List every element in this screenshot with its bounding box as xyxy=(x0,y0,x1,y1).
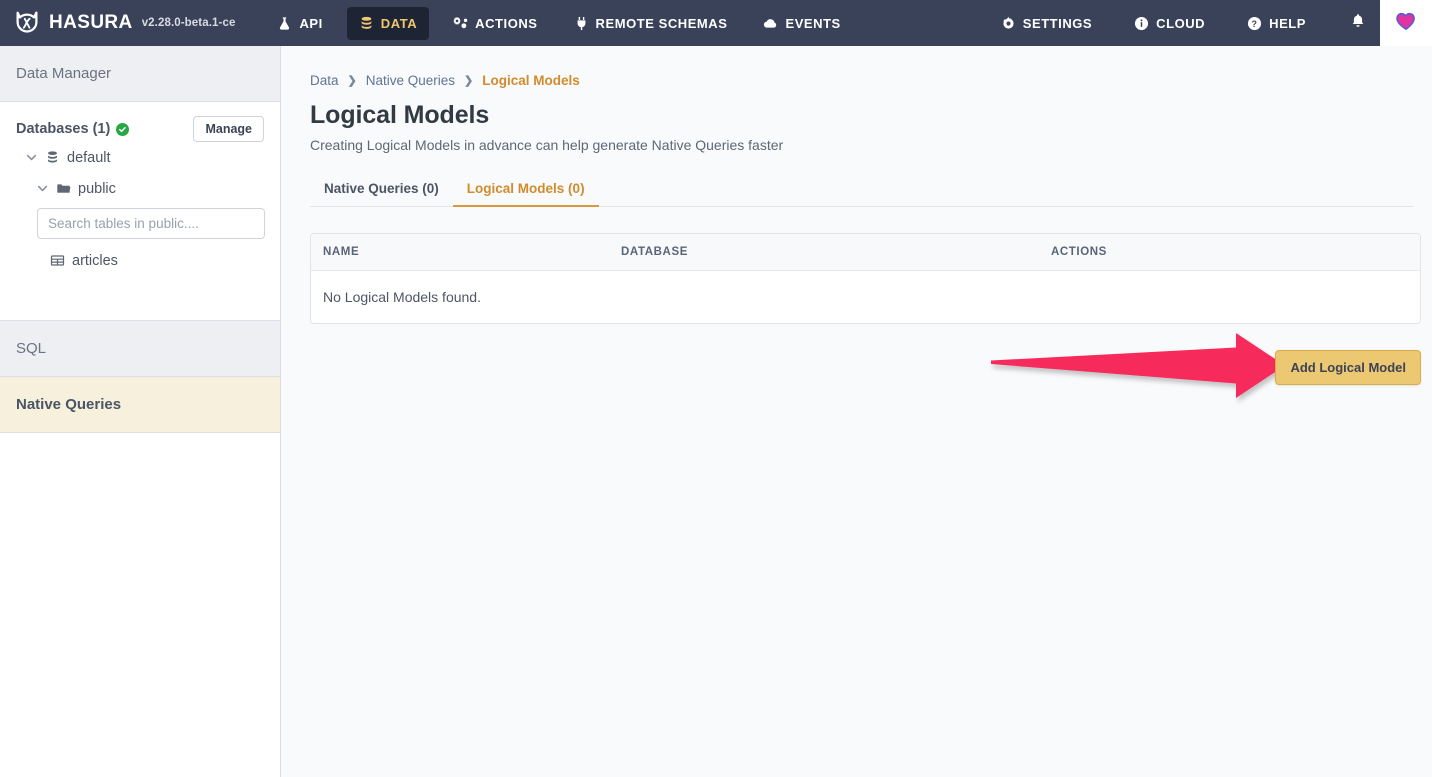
brand-name: HASURA xyxy=(49,12,133,34)
page-subtitle: Creating Logical Models in advance can h… xyxy=(310,137,1413,153)
logical-models-table: NAME DATABASE ACTIONS No Logical Models … xyxy=(311,234,1420,323)
database-icon xyxy=(359,16,374,31)
nav-item-settings-label: SETTINGS xyxy=(1023,16,1092,31)
connection-ok-icon xyxy=(116,123,129,136)
sidebar: Data Manager Databases (1) Manage xyxy=(0,46,281,777)
plug-icon xyxy=(574,16,589,31)
add-logical-model-button[interactable]: Add Logical Model xyxy=(1275,350,1421,385)
svg-text:?: ? xyxy=(1252,18,1258,28)
nav-item-remote-schemas-label: REMOTE SCHEMAS xyxy=(596,16,728,31)
breadcrumb-separator-icon: ❯ xyxy=(348,74,357,87)
search-tables-input[interactable] xyxy=(37,208,265,239)
search-tables-wrapper xyxy=(16,204,264,245)
primary-nav: API DATA ACTIONS xyxy=(265,0,864,46)
question-icon: ? xyxy=(1247,16,1262,31)
sidebar-item-sql-label: SQL xyxy=(16,340,46,357)
nav-item-remote-schemas[interactable]: REMOTE SCHEMAS xyxy=(562,7,740,40)
chevron-down-icon[interactable] xyxy=(25,151,38,164)
nav-item-actions[interactable]: ACTIONS xyxy=(441,7,549,40)
column-header-name: NAME xyxy=(311,234,609,271)
sidebar-body: Databases (1) Manage default xyxy=(0,102,280,276)
heart-button[interactable] xyxy=(1380,0,1432,46)
folder-icon xyxy=(56,181,71,196)
table-header: NAME DATABASE ACTIONS xyxy=(311,234,1420,271)
sidebar-tree-item-public[interactable]: public xyxy=(16,173,264,204)
column-header-actions: ACTIONS xyxy=(1039,234,1420,271)
tab-bar: Native Queries (0) Logical Models (0) xyxy=(310,175,1413,207)
nav-item-data-label: DATA xyxy=(381,16,417,31)
table-icon xyxy=(50,253,65,268)
breadcrumb-item-native-queries[interactable]: Native Queries xyxy=(366,73,455,88)
nav-item-cloud-label: CLOUD xyxy=(1156,16,1205,31)
nav-item-actions-label: ACTIONS xyxy=(475,16,537,31)
breadcrumb-item-data[interactable]: Data xyxy=(310,73,339,88)
sidebar-item-native-queries-label: Native Queries xyxy=(16,396,121,413)
notifications-button[interactable] xyxy=(1336,0,1380,46)
table-body: No Logical Models found. xyxy=(311,271,1420,323)
sidebar-item-sql[interactable]: SQL xyxy=(0,321,280,377)
arrow-right-annotation-icon xyxy=(989,328,1289,408)
brand[interactable]: HASURA v2.28.0-beta.1-ce xyxy=(0,8,235,38)
table-empty-row: No Logical Models found. xyxy=(311,271,1420,323)
sidebar-tree-item-articles[interactable]: articles xyxy=(16,245,264,276)
heart-icon xyxy=(1395,10,1417,37)
databases-title: Databases (1) xyxy=(16,121,129,137)
sidebar-tree-item-default-label: default xyxy=(67,150,111,166)
column-header-database: DATABASE xyxy=(609,234,1039,271)
version-label: v2.28.0-beta.1-ce xyxy=(142,17,236,29)
secondary-nav: SETTINGS CLOUD ? HELP xyxy=(989,0,1432,46)
databases-label: Databases (1) xyxy=(16,121,110,137)
breadcrumb: Data ❯ Native Queries ❯ Logical Models xyxy=(310,70,1413,90)
manage-databases-button[interactable]: Manage xyxy=(193,116,264,142)
action-row: Add Logical Model xyxy=(310,342,1421,402)
nav-item-help[interactable]: ? HELP xyxy=(1235,7,1318,40)
nav-item-data[interactable]: DATA xyxy=(347,7,429,40)
page-title: Logical Models xyxy=(310,101,1413,130)
breadcrumb-item-logical-models: Logical Models xyxy=(482,73,580,88)
gear-icon xyxy=(1001,16,1016,31)
gears-icon xyxy=(453,16,468,31)
bell-icon xyxy=(1350,13,1366,34)
nav-item-api[interactable]: API xyxy=(265,7,334,40)
tab-logical-models[interactable]: Logical Models (0) xyxy=(453,175,599,207)
sidebar-tree-item-default[interactable]: default xyxy=(16,142,264,173)
nav-item-api-label: API xyxy=(299,16,322,31)
cloud-icon xyxy=(763,16,778,31)
breadcrumb-separator-icon: ❯ xyxy=(464,74,473,87)
sidebar-tree-item-articles-label: articles xyxy=(72,253,118,269)
table-header-row: NAME DATABASE ACTIONS xyxy=(311,234,1420,271)
hasura-logo-icon xyxy=(12,8,42,38)
nav-item-settings[interactable]: SETTINGS xyxy=(989,7,1104,40)
logical-models-table-card: NAME DATABASE ACTIONS No Logical Models … xyxy=(310,233,1421,324)
info-icon xyxy=(1134,16,1149,31)
nav-item-cloud[interactable]: CLOUD xyxy=(1122,7,1217,40)
flask-icon xyxy=(277,16,292,31)
main-content: Data ❯ Native Queries ❯ Logical Models L… xyxy=(281,46,1432,777)
nav-item-help-label: HELP xyxy=(1269,16,1306,31)
chevron-down-icon[interactable] xyxy=(36,182,49,195)
database-icon xyxy=(45,150,60,165)
top-navigation-bar: HASURA v2.28.0-beta.1-ce API DATA xyxy=(0,0,1432,46)
table-empty-message: No Logical Models found. xyxy=(311,271,1420,323)
databases-row: Databases (1) Manage xyxy=(16,116,264,142)
sidebar-header: Data Manager xyxy=(0,46,280,102)
tab-native-queries[interactable]: Native Queries (0) xyxy=(310,175,453,207)
sidebar-tree-item-public-label: public xyxy=(78,181,116,197)
nav-item-events[interactable]: EVENTS xyxy=(751,7,852,40)
sidebar-header-label: Data Manager xyxy=(16,65,111,82)
sidebar-item-native-queries[interactable]: Native Queries xyxy=(0,377,280,433)
nav-item-events-label: EVENTS xyxy=(785,16,840,31)
